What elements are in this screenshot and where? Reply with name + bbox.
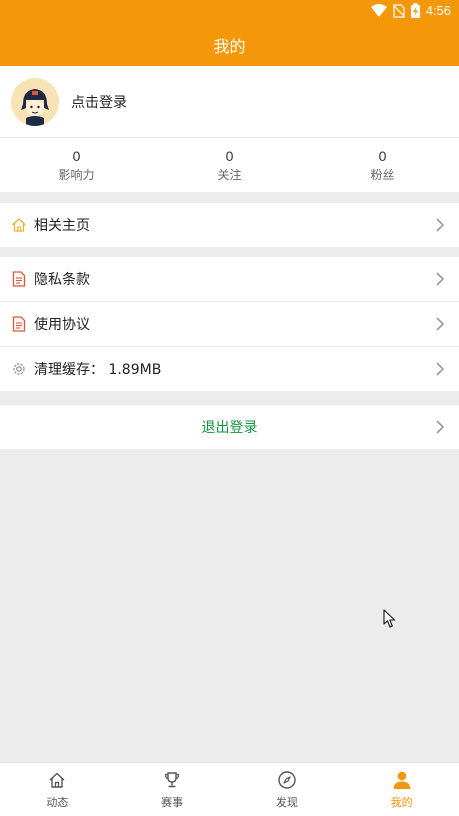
stat-value: 0 [72, 148, 81, 164]
status-bar: 4:56 [0, 0, 459, 24]
page-title: 我的 [213, 39, 246, 56]
chevron-right-icon [436, 317, 444, 331]
logout-label: 退出登录 [201, 420, 258, 436]
logout-button[interactable]: 退出登录 [0, 405, 459, 449]
chevron-right-icon [436, 272, 444, 286]
avatar-icon [11, 77, 59, 126]
stat-fans[interactable]: 0 粉丝 [306, 138, 459, 192]
tab-discover[interactable]: 发现 [230, 763, 345, 816]
tab-dynamic[interactable]: 动态 [0, 763, 115, 816]
tab-label: 动态 [46, 796, 69, 809]
status-time: 4:56 [425, 3, 451, 18]
menu-item-homepage[interactable]: 相关主页 [0, 203, 459, 247]
menu-item-clear-cache[interactable]: 清理缓存： 1.89MB [0, 347, 459, 391]
compass-icon [276, 769, 298, 791]
menu-item-label: 使用协议 [34, 317, 90, 333]
document-icon [11, 316, 27, 332]
tab-label: 发现 [275, 796, 298, 809]
mouse-cursor-icon [383, 609, 396, 628]
menu-item-label: 相关主页 [34, 218, 90, 234]
stat-label: 影响力 [58, 168, 95, 182]
home-icon [11, 217, 27, 233]
tab-mine[interactable]: 我的 [344, 763, 459, 816]
menu-item-label: 清理缓存： 1.89MB [34, 362, 162, 378]
no-sim-icon [392, 3, 405, 18]
tab-events[interactable]: 赛事 [115, 763, 230, 816]
gear-icon [11, 361, 27, 377]
stats-bar: 0 影响力 0 关注 0 粉丝 [0, 138, 459, 192]
menu-item-privacy[interactable]: 隐私条款 [0, 257, 459, 301]
stat-value: 0 [378, 148, 387, 164]
document-icon [11, 271, 27, 287]
stat-value: 0 [225, 148, 234, 164]
avatar[interactable] [11, 77, 59, 126]
home-icon [46, 769, 68, 791]
battery-charging-icon [410, 3, 420, 18]
login-prompt[interactable]: 点击登录 [71, 92, 127, 112]
menu-item-label: 隐私条款 [34, 272, 90, 288]
profile-login-row[interactable]: 点击登录 [0, 66, 459, 138]
chevron-right-icon [436, 218, 444, 232]
tab-label: 我的 [390, 796, 413, 809]
stat-influence[interactable]: 0 影响力 [0, 138, 153, 192]
chevron-right-icon [436, 420, 444, 434]
wifi-icon [370, 3, 387, 17]
app-bar: 我的 [0, 24, 459, 66]
user-icon [391, 769, 413, 791]
status-icons: 4:56 [370, 3, 451, 18]
trophy-icon [161, 769, 183, 791]
stat-following[interactable]: 0 关注 [153, 138, 306, 192]
stat-label: 粉丝 [370, 168, 395, 182]
menu-item-agreement[interactable]: 使用协议 [0, 302, 459, 346]
stat-label: 关注 [217, 168, 242, 182]
bottom-tab-bar: 动态 赛事 发现 我的 [0, 762, 459, 816]
tab-label: 赛事 [161, 796, 184, 809]
chevron-right-icon [436, 362, 444, 376]
